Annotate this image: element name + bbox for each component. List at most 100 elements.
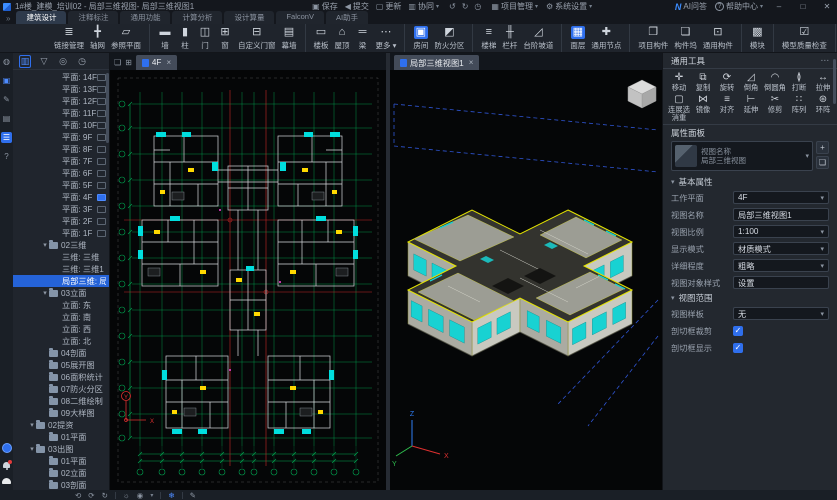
design-icon[interactable]: ▣ [1, 75, 12, 86]
tool-button[interactable]: ◠倒圆角 [763, 72, 787, 92]
tool-button[interactable]: ◿倒角 [739, 72, 763, 92]
tree-item[interactable]: 平面: 1F [13, 227, 109, 239]
ribbon-button[interactable]: ▭楼板 [314, 26, 329, 51]
panel-scrollbar[interactable] [833, 59, 836, 104]
tool-button[interactable]: ⧉复制 [691, 72, 715, 92]
tool-button[interactable]: ∷阵列 [787, 94, 811, 122]
tree-item[interactable]: 01平面 [13, 455, 109, 467]
open-view-icon[interactable] [97, 218, 106, 225]
prop-select[interactable]: 无▾ [733, 307, 829, 320]
collapse-ribbon-icon[interactable]: » [6, 14, 10, 23]
tree-item[interactable]: 平面: 7F [13, 155, 109, 167]
tree-item[interactable]: 08二维绘制 [13, 395, 109, 407]
maximize-button[interactable]: □ [795, 2, 811, 11]
ribbon-button[interactable]: ≣链接管理 [54, 26, 84, 51]
tree-item[interactable]: ▾02提资 [13, 419, 109, 431]
tree-item[interactable]: 平面: 2F [13, 215, 109, 227]
section-header[interactable]: ▾视图范围 [663, 291, 837, 305]
ribbon-button[interactable]: ▬墙 [158, 26, 172, 51]
ribbon-button[interactable]: ╫栏杆 [502, 26, 517, 51]
titlebar-history-button[interactable]: ↻ [462, 2, 469, 11]
ribbon-button[interactable]: ◫门 [198, 26, 212, 51]
tree-item[interactable]: 平面: 10F [13, 119, 109, 131]
tree-item[interactable]: 平面: 4F [13, 191, 109, 203]
tree-item[interactable]: 平面: 6F [13, 167, 109, 179]
library-icon[interactable]: ▤ [1, 113, 12, 124]
close-button[interactable]: ✕ [819, 2, 835, 11]
help-icon[interactable]: ? [1, 151, 12, 162]
cascade-view-icon[interactable]: ❏ [114, 58, 121, 67]
checkbox-checked[interactable]: ✓ [733, 326, 743, 336]
helmet-icon[interactable] [2, 478, 11, 484]
visibility-icon[interactable]: ◉ [137, 491, 144, 500]
orbit-icon[interactable]: ⟳ [88, 491, 94, 500]
ribbon-button[interactable]: ◿台阶坡道 [523, 26, 553, 51]
ribbon-button[interactable]: ⊟自定义门窗 [238, 26, 276, 51]
float-view-icon[interactable]: ⊞ [125, 58, 132, 67]
titlebar-menu[interactable]: ⚙系统设置▾ [546, 1, 592, 12]
prop-select[interactable]: 材质模式▾ [733, 242, 829, 255]
tree-item[interactable]: 平面: 12F [13, 95, 109, 107]
view-list-icon[interactable]: ☰ [1, 132, 12, 143]
open-view-icon[interactable] [97, 146, 106, 153]
open-view-icon[interactable] [97, 206, 106, 213]
tree-item[interactable]: 平面: 13F [13, 83, 109, 95]
tree-item[interactable]: 03剖面 [13, 479, 109, 490]
tree-item[interactable]: 07防火分区 [13, 383, 109, 395]
minimize-button[interactable]: – [771, 2, 787, 11]
titlebar-ai-button[interactable]: NAI问答 [675, 1, 707, 12]
account-icon[interactable] [2, 443, 12, 453]
ribbon-button[interactable]: ⌂屋顶 [335, 26, 350, 51]
ribbon-button[interactable]: ▱参照平面 [111, 26, 141, 51]
ribbon-button[interactable]: ☑模型质量检查 [782, 26, 827, 51]
more-dots-icon[interactable]: ⋯ [821, 55, 830, 66]
tree-item[interactable]: 立面: 东 [13, 299, 109, 311]
titlebar-menu[interactable]: ▦项目管理▾ [491, 1, 538, 12]
ribbon-button[interactable]: ✚通用节点 [591, 26, 621, 51]
prop-select[interactable]: 1:100▾ [733, 225, 829, 238]
ribbon-button[interactable]: ═梁 [356, 26, 370, 51]
open-view-icon[interactable] [97, 110, 106, 117]
add-type-button[interactable]: + [816, 141, 829, 154]
open-view-icon[interactable] [97, 158, 106, 165]
tree-item[interactable]: 平面: 11F [13, 107, 109, 119]
tool-button[interactable]: ✂修剪 [763, 94, 787, 122]
open-view-icon[interactable] [97, 230, 106, 237]
tree-item[interactable]: 三维: 三维1 [13, 263, 109, 275]
three-d-canvas[interactable]: Z X Y [390, 70, 662, 490]
prop-select[interactable]: 粗略▾ [733, 259, 829, 272]
tree-item[interactable]: 04剖面 [13, 347, 109, 359]
ribbon-tab[interactable]: 注释标注 [68, 11, 118, 24]
open-view-icon[interactable] [97, 134, 106, 141]
tree-item[interactable]: 立面: 西 [13, 323, 109, 335]
open-view-icon[interactable] [97, 74, 106, 81]
browser-scrollbar[interactable] [106, 73, 109, 143]
titlebar-help-button[interactable]: ?帮助中心▾ [715, 1, 763, 12]
draw-icon[interactable]: ✎ [190, 491, 196, 500]
workbench-icon[interactable]: ◍ [1, 56, 12, 67]
prop-button[interactable]: 设置 [733, 276, 829, 289]
tree-item[interactable]: 05展开图 [13, 359, 109, 371]
open-view-icon[interactable] [97, 122, 106, 129]
tree-item[interactable]: 三维: 三维 [13, 251, 109, 263]
snap-icon[interactable]: ❄ [168, 491, 174, 500]
tool-button[interactable]: ↔拉伸 [811, 72, 835, 92]
titlebar-action[interactable]: ▥协同▾ [408, 1, 439, 12]
panel-pin-icon[interactable]: ▥ [19, 55, 31, 68]
ribbon-button[interactable]: ◩防火分区 [434, 26, 464, 51]
ribbon-button[interactable]: ⊞窗 [218, 26, 232, 51]
ribbon-button[interactable]: ▤幕墙 [282, 26, 297, 51]
open-view-icon[interactable] [97, 182, 106, 189]
tool-button[interactable]: ✛移动 [667, 72, 691, 92]
checkbox-checked[interactable]: ✓ [733, 343, 743, 353]
titlebar-history-button[interactable]: ↺ [449, 2, 456, 11]
tree-item[interactable]: 局部三维: 局部一 [13, 275, 109, 287]
tree-item[interactable]: 01平面 [13, 431, 109, 443]
titlebar-action[interactable]: ▢更新 [376, 1, 402, 12]
locate-icon[interactable]: ◎ [57, 56, 69, 67]
ribbon-button[interactable]: ▣房间 [413, 26, 428, 51]
tree-item[interactable]: 平面: 8F [13, 143, 109, 155]
ribbon-tab[interactable]: AI助手 [326, 11, 368, 24]
three-d-view-tab[interactable]: 局部三维视图1 × [394, 55, 479, 70]
prop-select[interactable]: 4F▾ [733, 191, 829, 204]
